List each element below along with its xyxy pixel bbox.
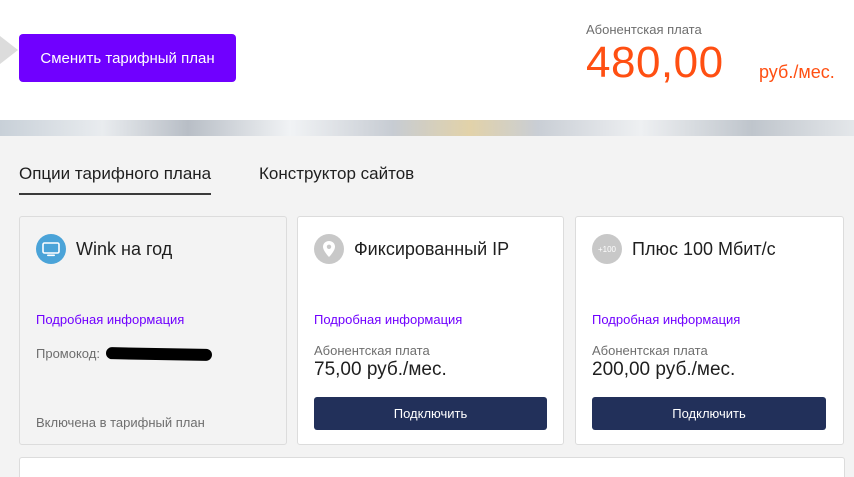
decorative-triangle [0, 36, 18, 64]
subscription-price-unit: руб./мес. [759, 62, 835, 82]
option-title: Плюс 100 Мбит/с [632, 239, 776, 259]
fee-label: Абонентская плата [592, 343, 708, 358]
fee-value: 75,00 руб./мес. [314, 359, 447, 380]
next-section-card [19, 457, 845, 477]
connect-button[interactable]: Подключить [592, 397, 826, 430]
decorative-banner [0, 120, 854, 136]
details-link[interactable]: Подробная информация [314, 312, 462, 327]
change-plan-button[interactable]: Сменить тарифный план [19, 34, 236, 82]
details-link[interactable]: Подробная информация [36, 312, 184, 327]
tab-plan-options[interactable]: Опции тарифного плана [19, 164, 212, 195]
included-status: Включена в тарифный план [36, 415, 205, 430]
subscription-fee-label: Абонентская плата [586, 22, 702, 37]
connect-button[interactable]: Подключить [314, 397, 547, 430]
plan-header: Сменить тарифный план Абонентская плата … [0, 0, 854, 120]
promo-label: Промокод: [36, 346, 100, 361]
option-card-wink: Wink на год Подробная информация Промоко… [19, 216, 287, 445]
location-pin-icon [314, 234, 344, 264]
option-title: Wink на год [76, 239, 173, 259]
details-link[interactable]: Подробная информация [592, 312, 740, 327]
tv-icon [36, 234, 66, 264]
plus-100-icon: +100 [592, 234, 622, 264]
fee-label: Абонентская плата [314, 343, 430, 358]
fee-value: 200,00 руб./мес. [592, 359, 736, 380]
subscription-price: 480,00 [586, 38, 724, 87]
option-card-plus-100: +100 Плюс 100 Мбит/с Подробная информаци… [575, 216, 844, 445]
option-card-fixed-ip: Фиксированный IP Подробная информация Аб… [297, 216, 564, 445]
promo-code-redaction [105, 347, 213, 361]
tab-site-builder[interactable]: Конструктор сайтов [259, 164, 414, 184]
option-title: Фиксированный IP [354, 239, 510, 259]
